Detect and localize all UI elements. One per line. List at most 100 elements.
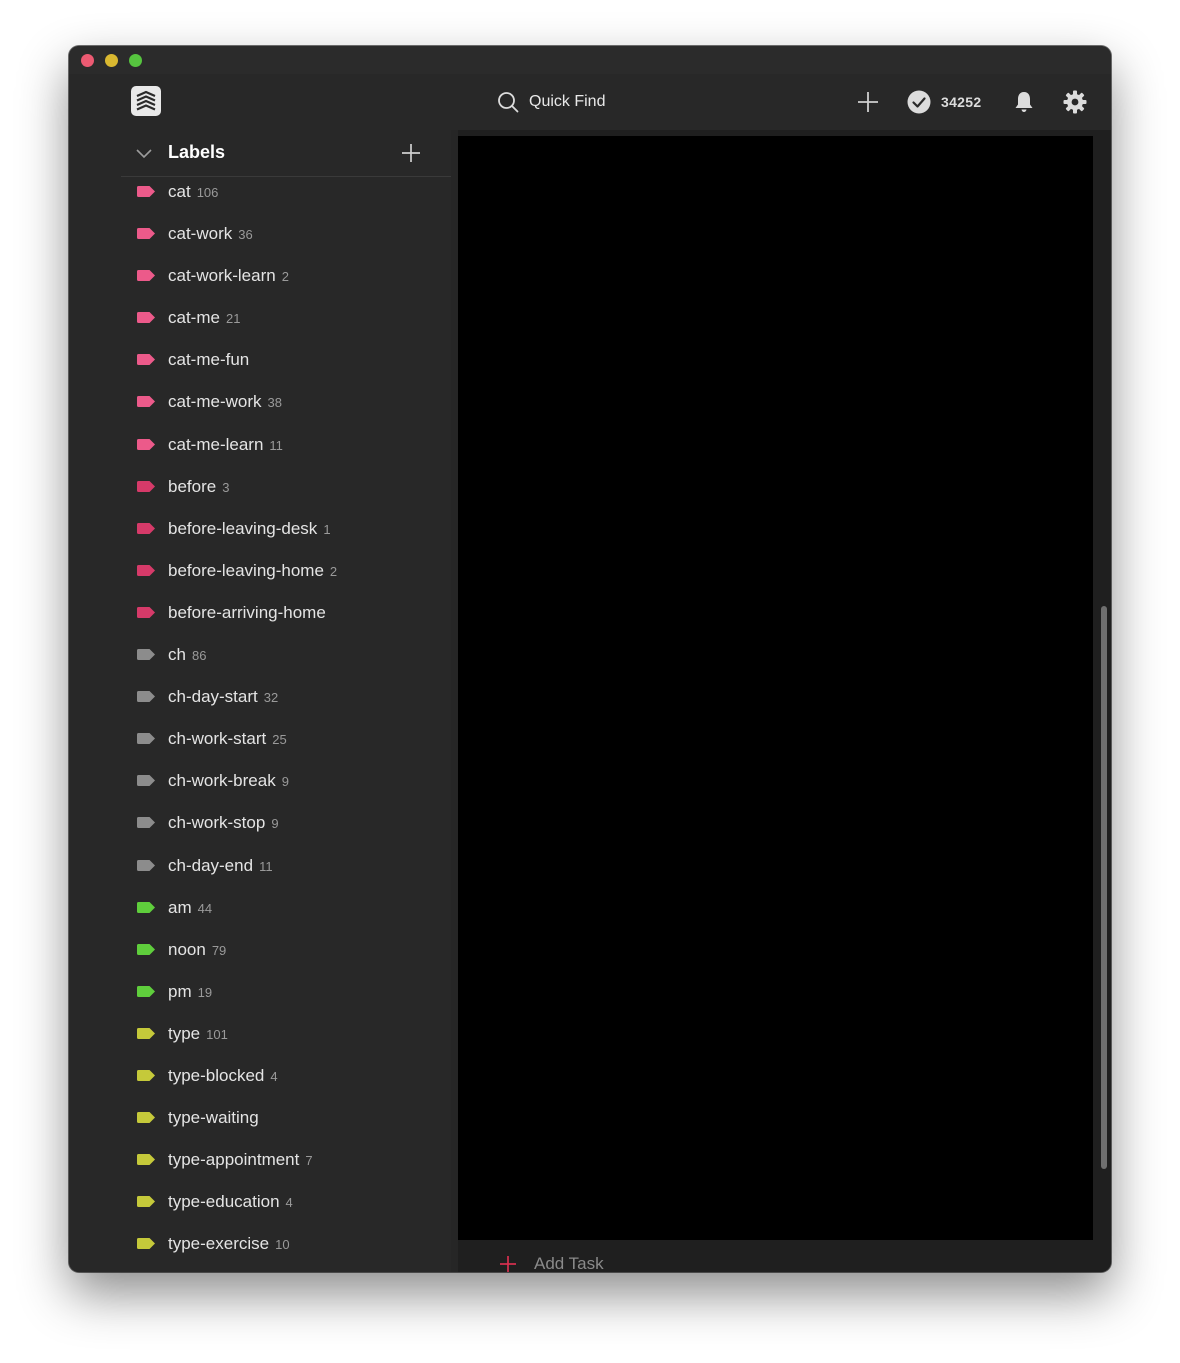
label-name-text: before-leaving-home [168, 560, 324, 580]
label-tag-icon [137, 564, 155, 576]
label-item[interactable]: ch-work-stop 9 [121, 803, 451, 845]
label-name: cat-me-work 38 [168, 392, 282, 412]
label-name-text: ch-day-end [168, 855, 254, 875]
label-tag-icon [137, 228, 155, 240]
label-name-text: cat-work-learn [168, 266, 276, 286]
label-name: type-exercise 10 [168, 1234, 290, 1254]
label-item[interactable]: type-education 4 [121, 1182, 451, 1224]
label-tag-icon [137, 522, 155, 534]
label-name: type-blocked 4 [168, 1066, 278, 1086]
label-tag-icon [137, 733, 155, 745]
label-item[interactable]: ch-work-start 25 [121, 719, 451, 761]
label-name: ch 86 [168, 645, 206, 665]
label-tag-icon [137, 1238, 155, 1250]
scrollbar-thumb[interactable] [1101, 606, 1107, 1169]
label-name: before-arriving-home [168, 603, 326, 623]
label-name: am 44 [168, 898, 212, 918]
add-task-button[interactable]: Add Task [498, 1250, 604, 1272]
label-name: before-leaving-home 2 [168, 561, 337, 581]
label-name-text: ch-work-break [168, 771, 276, 791]
label-tag-icon [137, 1154, 155, 1166]
gear-icon[interactable] [1062, 89, 1088, 115]
label-item[interactable]: before-leaving-desk 1 [121, 509, 451, 551]
label-name-text: cat [168, 182, 191, 201]
label-name-text: type-education [168, 1192, 280, 1212]
add-task-label: Add Task [534, 1254, 604, 1272]
labels-section-header[interactable]: Labels [121, 130, 451, 177]
label-item[interactable]: before-leaving-home 2 [121, 551, 451, 593]
label-count: 11 [259, 858, 273, 874]
quick-find-label: Quick Find [529, 93, 606, 110]
label-item[interactable]: type 101 [121, 1014, 451, 1056]
label-tag-icon [137, 943, 155, 955]
karma-productivity-button[interactable]: 34252 [907, 89, 981, 115]
label-name: before-leaving-desk 1 [168, 519, 331, 539]
label-name: cat-work-learn 2 [168, 266, 289, 286]
label-name: type 101 [168, 1024, 228, 1044]
label-count: 44 [197, 900, 213, 916]
quick-find-search[interactable]: Quick Find [497, 87, 727, 117]
label-item[interactable]: before 3 [121, 467, 451, 509]
label-name: pm 19 [168, 982, 212, 1002]
add-task-plus-icon[interactable] [857, 91, 879, 113]
label-name-text: before [168, 476, 217, 496]
chevron-down-icon[interactable] [135, 145, 153, 161]
label-name-text: ch-work-stop [168, 813, 266, 833]
label-item[interactable]: type-exercise 10 [121, 1224, 451, 1266]
window-maximize-button[interactable] [129, 54, 142, 67]
label-item[interactable]: type-appointment 7 [121, 1140, 451, 1182]
label-tag-icon [137, 396, 155, 408]
app-window: Quick Find 34252 Labels cat 106 cat-work… [69, 46, 1111, 1272]
label-tag-icon [137, 1196, 155, 1208]
label-item[interactable]: noon 79 [121, 930, 451, 972]
label-item[interactable]: ch-work-break 9 [121, 761, 451, 803]
label-count: 32 [263, 690, 279, 706]
label-item[interactable]: before-arriving-home [121, 593, 451, 635]
label-item[interactable]: type-waiting [121, 1098, 451, 1140]
check-circle-icon [907, 90, 931, 114]
label-item[interactable]: cat-me-fun [121, 340, 451, 382]
label-tag-icon [137, 1112, 155, 1124]
label-name: ch-work-start 25 [168, 729, 287, 749]
sidebar: Labels cat 106 cat-work 36 cat-work-learn 2 ca… [69, 130, 451, 1272]
label-name-text: before-leaving-desk [168, 518, 318, 538]
label-name: type-appointment 7 [168, 1150, 313, 1170]
label-name: cat 106 [168, 182, 218, 202]
add-label-plus-icon[interactable] [401, 143, 421, 163]
label-name-text: am [168, 897, 192, 917]
scrollbar[interactable] [1099, 136, 1108, 1270]
window-close-button[interactable] [81, 54, 94, 67]
label-item[interactable]: type-blocked 4 [121, 1056, 451, 1098]
label-item[interactable]: cat-me-learn 11 [121, 425, 451, 467]
label-item[interactable]: ch-day-start 32 [121, 677, 451, 719]
bell-icon[interactable] [1011, 89, 1037, 115]
label-item[interactable]: pm 19 [121, 972, 451, 1014]
label-count: 2 [281, 269, 289, 285]
label-tag-icon [137, 691, 155, 703]
label-count: 11 [269, 437, 283, 453]
label-name: ch-work-break 9 [168, 771, 289, 791]
label-item[interactable]: cat-me-work 38 [121, 382, 451, 424]
karma-count: 34252 [941, 94, 982, 110]
label-item[interactable]: am 44 [121, 888, 451, 930]
label-name-text: type-exercise [168, 1234, 270, 1254]
label-item[interactable]: ch-day-end 11 [121, 846, 451, 888]
label-tag-icon [137, 354, 155, 366]
label-count: 3 [222, 479, 230, 495]
sidebar-resize-handle[interactable] [451, 130, 458, 1272]
label-tag-icon [137, 649, 155, 661]
search-icon [498, 92, 519, 113]
todoist-logo-icon[interactable] [131, 86, 161, 116]
label-item[interactable]: cat-me 21 [121, 298, 451, 340]
label-item[interactable]: cat 106 [121, 172, 451, 214]
task-view [458, 136, 1093, 1240]
label-tag-icon [137, 438, 155, 450]
label-count: 79 [211, 942, 227, 958]
label-item[interactable]: cat-work-learn 2 [121, 256, 451, 298]
top-bar: Quick Find 34252 [69, 74, 1111, 130]
label-tag-icon [137, 775, 155, 787]
window-minimize-button[interactable] [105, 54, 118, 67]
label-item[interactable]: ch 86 [121, 635, 451, 677]
label-tag-icon [137, 817, 155, 829]
label-item[interactable]: cat-work 36 [121, 214, 451, 256]
